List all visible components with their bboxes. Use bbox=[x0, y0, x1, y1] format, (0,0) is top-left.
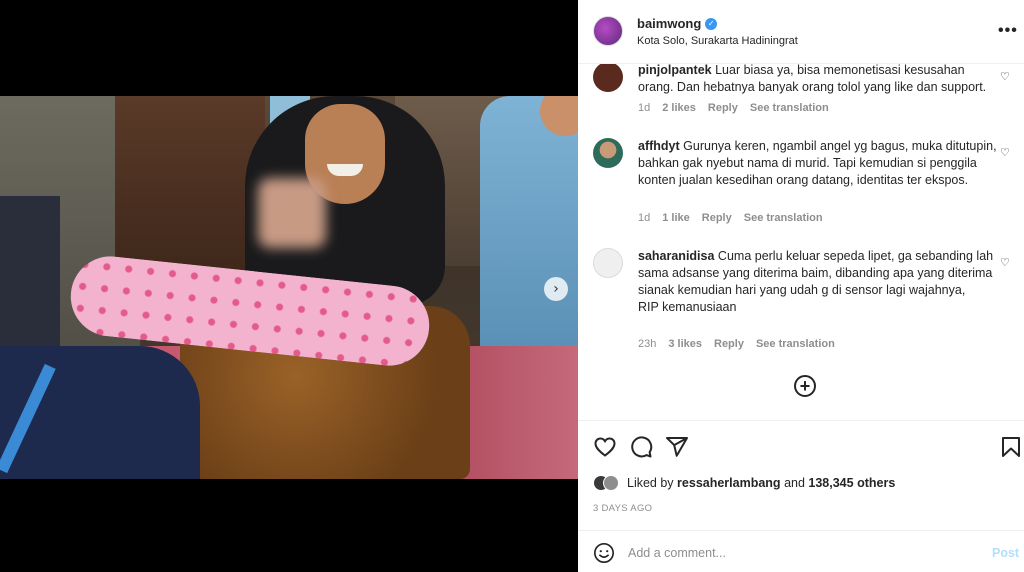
media-area: › bbox=[0, 0, 578, 572]
commenter-avatar[interactable] bbox=[593, 248, 623, 278]
chevron-right-icon: › bbox=[553, 281, 559, 297]
comment-text-block: affhdyt Gurunya keren, ngambil angel yg … bbox=[638, 138, 998, 189]
comment-likes[interactable]: 3 likes bbox=[668, 338, 702, 350]
author-username[interactable]: baimwong bbox=[637, 16, 701, 31]
liked-by-user[interactable]: ressaherlambang bbox=[677, 476, 781, 490]
comment-text-block: pinjolpantek Luar biasa ya, bisa memonet… bbox=[638, 64, 998, 96]
comment-time[interactable]: 23h bbox=[638, 338, 656, 350]
see-translation-button[interactable]: See translation bbox=[744, 212, 823, 224]
commenter-avatar[interactable] bbox=[593, 64, 623, 92]
heart-icon[interactable] bbox=[593, 435, 617, 459]
commenter-username[interactable]: pinjolpantek bbox=[638, 64, 712, 77]
comment-meta: 1d 1 like Reply See translation bbox=[638, 212, 823, 224]
likes-summary: Liked by ressaherlambang and 138,345 oth… bbox=[593, 475, 895, 491]
post-date[interactable]: 3 DAYS AGO bbox=[593, 503, 652, 514]
author-username-row: baimwong ✓ bbox=[637, 16, 718, 31]
liked-by-prefix: Liked by bbox=[627, 476, 674, 490]
next-slide-button[interactable]: › bbox=[544, 277, 568, 301]
liked-by-and: and bbox=[784, 476, 805, 490]
comment-text: Gurunya keren, ngambil angel yg bagus, m… bbox=[638, 139, 997, 187]
post-comment-button[interactable]: Post bbox=[992, 546, 1019, 560]
comment-meta: 1d 2 likes Reply See translation bbox=[638, 102, 829, 114]
commenter-avatar[interactable] bbox=[593, 138, 623, 168]
comment-reply-button[interactable]: Reply bbox=[714, 338, 744, 350]
post-modal: › baimwong ✓ Kota Solo, Surakarta Hadini… bbox=[0, 0, 1024, 572]
more-options-icon[interactable]: ••• bbox=[998, 22, 1018, 40]
photo-blurred-face bbox=[258, 178, 326, 248]
like-comment-heart-icon[interactable]: ♡ bbox=[1000, 70, 1012, 83]
commenter-username[interactable]: affhdyt bbox=[638, 139, 680, 153]
post-header: baimwong ✓ Kota Solo, Surakarta Hadining… bbox=[578, 0, 1024, 64]
author-avatar[interactable] bbox=[593, 16, 623, 46]
comment-likes[interactable]: 1 like bbox=[662, 212, 690, 224]
load-more-comments-icon[interactable]: + bbox=[794, 375, 816, 397]
like-comment-heart-icon[interactable]: ♡ bbox=[1000, 256, 1012, 269]
comments-list: pinjolpantek Luar biasa ya, bisa memonet… bbox=[578, 64, 1024, 420]
emoji-icon[interactable] bbox=[593, 542, 615, 564]
share-icon[interactable] bbox=[665, 435, 689, 459]
post-location[interactable]: Kota Solo, Surakarta Hadiningrat bbox=[637, 35, 798, 47]
liked-by-others[interactable]: 138,345 others bbox=[808, 476, 895, 490]
comment-likes[interactable]: 2 likes bbox=[662, 102, 696, 114]
see-translation-button[interactable]: See translation bbox=[750, 102, 829, 114]
comment-text-line2: RIP kemanusiaan bbox=[638, 300, 737, 314]
comment-reply-button[interactable]: Reply bbox=[702, 212, 732, 224]
see-translation-button[interactable]: See translation bbox=[756, 338, 835, 350]
comment-text-block: saharanidisa Cuma perlu keluar sepeda li… bbox=[638, 248, 998, 316]
comment-meta: 23h 3 likes Reply See translation bbox=[638, 338, 835, 350]
like-comment-heart-icon[interactable]: ♡ bbox=[1000, 146, 1012, 159]
post-actions: Liked by ressaherlambang and 138,345 oth… bbox=[578, 420, 1024, 530]
comment-input[interactable]: Add a comment... bbox=[628, 546, 726, 560]
add-comment-bar: Add a comment... Post bbox=[578, 530, 1024, 572]
comment-time[interactable]: 1d bbox=[638, 102, 650, 114]
commenter-username[interactable]: saharanidisa bbox=[638, 249, 714, 263]
bookmark-icon[interactable] bbox=[999, 435, 1023, 459]
post-panel: baimwong ✓ Kota Solo, Surakarta Hadining… bbox=[578, 0, 1024, 572]
verified-badge-icon: ✓ bbox=[705, 17, 718, 30]
comment-reply-button[interactable]: Reply bbox=[708, 102, 738, 114]
liker-avatar[interactable] bbox=[603, 475, 619, 491]
post-photo[interactable] bbox=[0, 96, 578, 479]
comment-time[interactable]: 1d bbox=[638, 212, 650, 224]
likes-text: Liked by ressaherlambang and 138,345 oth… bbox=[627, 476, 895, 490]
comment-icon[interactable] bbox=[629, 435, 653, 459]
